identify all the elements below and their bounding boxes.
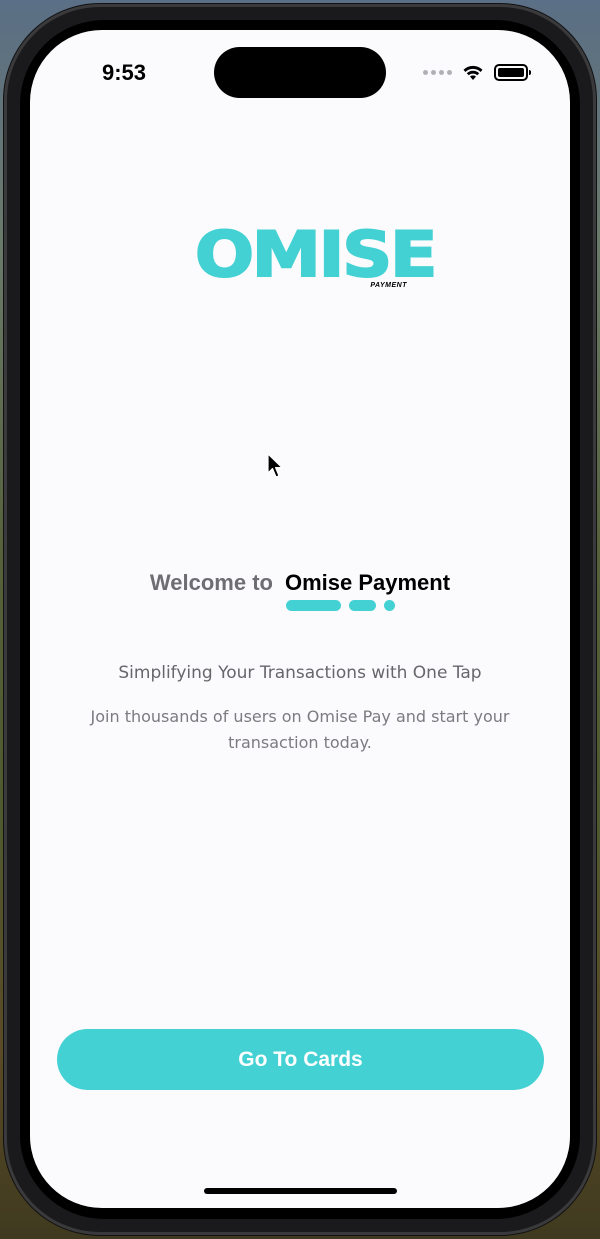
dynamic-island bbox=[214, 47, 386, 98]
mouse-cursor-icon bbox=[267, 453, 283, 478]
description: Join thousands of users on Omise Pay and… bbox=[90, 707, 510, 752]
welcome-heading: Welcome to Omise Payment bbox=[30, 570, 570, 596]
wifi-icon bbox=[463, 65, 483, 80]
home-indicator[interactable] bbox=[204, 1188, 397, 1194]
signal-dots-icon bbox=[423, 70, 452, 75]
app-screen: 9:53 OMISE PAYMENT Welcome to Omise Paym… bbox=[30, 30, 570, 1208]
battery-icon bbox=[494, 64, 531, 81]
brand-underline-dashes bbox=[286, 600, 395, 611]
omise-logo: OMISE PAYMENT bbox=[194, 223, 439, 290]
welcome-prefix: Welcome to bbox=[149, 570, 273, 595]
tagline: Simplifying Your Transactions with One T… bbox=[118, 663, 482, 683]
go-to-cards-button[interactable]: Go To Cards bbox=[57, 1029, 544, 1090]
status-icons bbox=[423, 64, 531, 81]
logo-wordmark: OMISE bbox=[194, 218, 439, 291]
status-time: 9:53 bbox=[102, 60, 147, 85]
welcome-brand: Omise Payment bbox=[284, 570, 451, 595]
logo-subtitle: PAYMENT bbox=[370, 282, 407, 289]
